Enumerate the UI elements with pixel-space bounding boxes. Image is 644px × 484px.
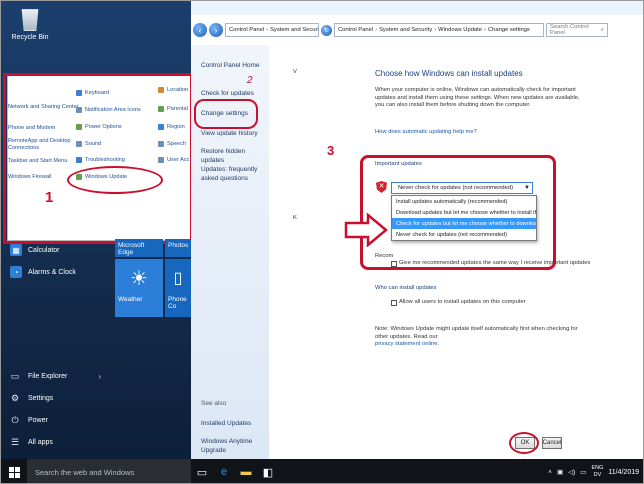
screenshot: Recycle Bin Network and Sharing Center P… [0,0,644,484]
see-also-heading: See also [201,400,227,407]
recycle-bin-label: Recycle Bin [11,34,49,41]
sun-icon: ☀ [130,268,148,290]
phone-icon: ▯ [173,270,183,287]
breadcrumb-system-security[interactable]: System and Security [379,27,432,33]
annotation-ring-ok [509,432,539,454]
start-settings[interactable]: ⚙ Settings [1,387,113,409]
link-updates-faq[interactable]: Updates: frequently asked questions [201,165,267,183]
chevron-right-icon: › [98,371,101,381]
recycle-bin-icon [21,9,39,31]
system-tray: ˄ ▣ ◁) ▭ ENG DV 11/4/2019 [548,465,643,479]
recommended-updates-checkbox[interactable] [391,261,397,267]
recycle-bin[interactable]: Recycle Bin [7,9,53,41]
clipped-text-k: K [293,215,297,221]
start-app-alarms[interactable]: ◔ Alarms & Clock [1,261,113,283]
address-bar-row: ‹ › Control Panel › System and Security ↻ … [191,19,643,41]
tile-microsoft-edge[interactable]: Microsoft Edge [115,239,163,257]
link-privacy-statement[interactable]: privacy statement online. [375,341,439,349]
alarm-clock-icon: ◔ [10,266,22,278]
breadcrumb-change-settings[interactable]: Change settings [488,27,530,33]
gear-icon: ⚙ [10,392,20,403]
refresh-icon[interactable]: ↻ [321,24,332,36]
recommended-updates-label: Give me recommended updates the same way… [399,260,591,266]
tile-phone-companion[interactable]: ▯ Phone Co [165,259,191,317]
all-apps-icon: ☰ [10,436,20,447]
link-how-does-updating-help[interactable]: How does automatic updating help me? [375,129,477,137]
chevron-up-icon[interactable]: ˄ [548,469,552,476]
recommended-heading: Recom [375,253,394,259]
taskbar-search[interactable]: Search the web and Windows [27,459,191,483]
task-view-icon[interactable]: ▭ [191,459,213,483]
address-bar-left[interactable]: Control Panel › System and Security [225,23,319,37]
calculator-icon: ▦ [10,244,22,256]
start-button[interactable] [1,459,27,483]
intro-text: When your computer is online, Windows ca… [375,87,580,108]
address-bar[interactable]: Control Panel › System and Security › Wind… [334,23,544,37]
clock[interactable]: 11/4/2019 [608,469,639,476]
network-icon[interactable]: ▣ [557,468,563,476]
forward-button[interactable]: › [209,23,223,37]
annotation-box-change-settings [194,99,258,129]
breadcrumb-windows-update[interactable]: Windows Update [438,27,482,33]
breadcrumb-control-panel[interactable]: Control Panel [338,27,373,33]
link-windows-anytime-upgrade[interactable]: Windows Anytime Upgrade [201,437,267,455]
folder-icon: ▭ [10,370,20,381]
taskbar: Search the web and Windows ▭ e ▬ ◧ ˄ ▣ ◁… [1,459,643,483]
volume-icon[interactable]: ◁) [568,468,575,476]
message-icon[interactable]: ▭ [580,468,586,476]
annotation-box-step1 [3,73,193,244]
start-menu-apps: ▦ Calculator ◔ Alarms & Clock [1,239,113,283]
power-icon: ⏻ [11,414,19,425]
who-can-install-heading: Who can install updates [375,285,437,291]
language-indicator[interactable]: ENG DV [591,465,603,479]
start-all-apps[interactable]: ☰ All apps [1,431,113,453]
annotation-step3: 3 [327,143,335,158]
start-file-explorer[interactable]: ▭ File Explorer › [1,365,113,387]
edge-icon[interactable]: e [213,459,235,483]
allow-all-users-checkbox[interactable] [391,300,397,306]
clipped-text-w: V [293,69,297,75]
link-installed-updates[interactable]: Installed Updates [201,419,267,428]
annotation-ellipse-windows-update [67,166,163,194]
windows-logo-icon [8,466,20,478]
link-view-update-history[interactable]: View update history [201,129,267,138]
arrow-right-icon [344,213,388,247]
link-restore-hidden-updates[interactable]: Restore hidden updates [201,147,267,165]
search-icon: ⌕ [600,26,604,33]
annotation-step2: 2 [247,75,253,86]
back-button[interactable]: ‹ [193,23,207,37]
start-app-calculator[interactable]: ▦ Calculator [1,239,113,261]
page-title: Choose how Windows can install updates [375,69,523,78]
store-icon[interactable]: ◧ [257,459,279,483]
link-control-panel-home[interactable]: Control Panel Home [201,61,267,70]
window-titlebar[interactable] [191,1,643,15]
search-input[interactable]: Search Control Panel ⌕ [546,23,608,37]
note-text: Note: Windows Update might update itself… [375,326,578,340]
start-power[interactable]: ⏻ Power [1,409,113,431]
link-check-for-updates[interactable]: Check for updates [201,89,267,98]
annotation-step1: 1 [45,189,54,206]
start-menu-bottom: ▭ File Explorer › ⚙ Settings ⏻ Power ☰ A… [1,365,113,453]
file-explorer-icon[interactable]: ▬ [235,459,257,483]
tile-weather[interactable]: ☀ Weather [115,259,163,317]
tile-photos[interactable]: Photos [165,239,191,257]
cancel-button[interactable]: Cancel [542,437,562,449]
allow-all-users-label: Allow all users to install updates on th… [399,299,526,305]
